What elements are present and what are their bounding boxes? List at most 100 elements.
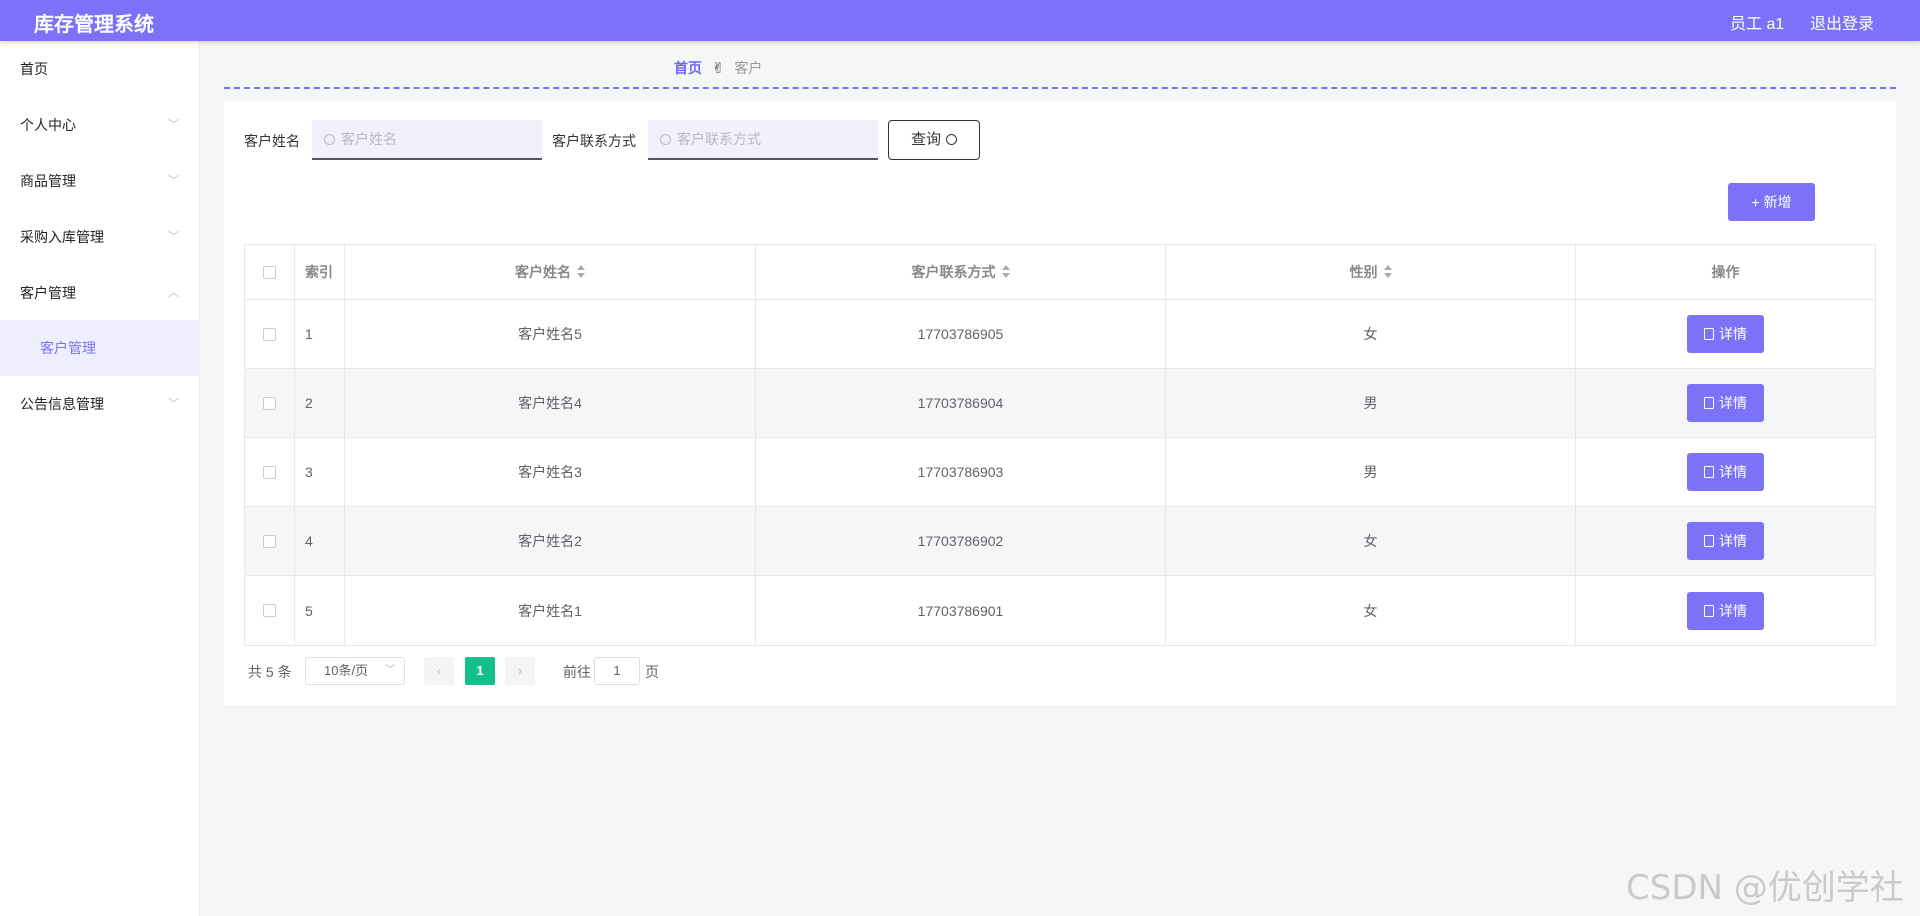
hand-separator-icon: ✌	[711, 60, 725, 77]
chevron-down-icon: ﹀	[168, 119, 179, 131]
sidebar-item-home[interactable]: 首页	[0, 41, 199, 97]
sidebar-item-label: 商品管理	[20, 173, 76, 189]
detail-button-label: 详情	[1719, 326, 1747, 342]
detail-button-label: 详情	[1719, 533, 1747, 549]
row-gender: 女	[1166, 507, 1576, 575]
row-customer-contact: 17703786904	[756, 369, 1166, 437]
customer-name-label: 客户姓名	[244, 133, 300, 149]
row-customer-name: 客户姓名1	[345, 576, 756, 645]
customer-contact-input[interactable]: 客户联系方式	[648, 120, 878, 160]
detail-button[interactable]: 详情	[1687, 384, 1764, 422]
header-label: 客户姓名	[515, 264, 571, 280]
row-customer-name: 客户姓名2	[345, 507, 756, 575]
current-user-label: 员工 a1	[1730, 16, 1785, 33]
sidebar-item-label: 个人中心	[20, 117, 76, 133]
page-size-value: 10条/页	[324, 663, 369, 678]
header-customer-contact[interactable]: 客户联系方式	[756, 245, 1166, 299]
row-index: 4	[295, 507, 345, 575]
sidebar-item-label: 客户管理	[40, 340, 96, 356]
document-icon	[1704, 466, 1714, 478]
row-checkbox-cell	[245, 507, 295, 575]
query-button[interactable]: 查询	[888, 120, 980, 160]
document-icon	[1704, 328, 1714, 340]
row-customer-name: 客户姓名5	[345, 300, 756, 368]
sort-icon[interactable]	[1001, 265, 1010, 279]
chevron-down-icon: ﹀	[168, 231, 179, 243]
row-checkbox-cell	[245, 369, 295, 437]
sidebar-item-personal-center[interactable]: 个人中心 ﹀	[0, 97, 199, 153]
sidebar-item-announcement-management[interactable]: 公告信息管理 ﹀	[0, 376, 199, 432]
row-actions: 详情	[1576, 576, 1875, 645]
logout-link[interactable]: 退出登录	[1810, 10, 1874, 34]
table-row: 5 客户姓名1 17703786901 女 详情	[245, 576, 1875, 645]
goto-suffix-label: 页	[645, 664, 659, 680]
detail-button[interactable]: 详情	[1687, 591, 1764, 630]
sort-icon[interactable]	[577, 265, 585, 279]
chevron-down-icon: ﹀	[168, 398, 179, 410]
row-checkbox[interactable]	[263, 604, 276, 617]
row-checkbox[interactable]	[263, 327, 276, 341]
customer-contact-label: 客户联系方式	[552, 133, 636, 149]
row-actions: 详情	[1576, 438, 1875, 506]
breadcrumb-home-link[interactable]: 首页	[674, 60, 702, 76]
header-customer-name[interactable]: 客户姓名	[345, 245, 756, 299]
table-header-row: 索引 客户姓名 客户联系方式 性别 操作	[245, 245, 1875, 300]
sidebar-item-product-management[interactable]: 商品管理 ﹀	[0, 153, 199, 209]
goto-page-input[interactable]: 1	[594, 657, 640, 685]
select-all-checkbox[interactable]	[263, 265, 276, 279]
row-gender: 女	[1166, 576, 1576, 645]
header-gender[interactable]: 性别	[1166, 245, 1576, 299]
sidebar-item-label: 公告信息管理	[20, 396, 104, 412]
detail-button[interactable]: 详情	[1687, 315, 1764, 353]
document-icon	[1704, 535, 1714, 547]
breadcrumb-current: 客户	[734, 60, 763, 76]
breadcrumb: 首页 ✌ 客户	[674, 58, 762, 78]
row-checkbox[interactable]	[263, 534, 276, 548]
app-title: 库存管理系统	[34, 14, 154, 36]
sidebar-item-label: 采购入库管理	[20, 229, 104, 245]
row-customer-contact: 17703786902	[756, 507, 1166, 575]
prev-page-button[interactable]: ‹	[424, 657, 454, 685]
sidebar-item-label: 客户管理	[20, 285, 76, 301]
table-row: 3 客户姓名3 17703786903 男 详情	[245, 438, 1875, 507]
row-customer-name: 客户姓名3	[345, 438, 756, 506]
sort-icon[interactable]	[1383, 265, 1392, 279]
header-checkbox-cell	[245, 245, 295, 299]
next-page-button[interactable]: ›	[505, 657, 535, 685]
table-row: 2 客户姓名4 17703786904 男 详情	[245, 369, 1875, 438]
header-index: 索引	[295, 245, 345, 299]
add-button[interactable]: + 新增	[1728, 183, 1815, 221]
row-actions: 详情	[1576, 507, 1875, 575]
customer-name-input[interactable]: 客户姓名	[312, 120, 542, 160]
sidebar-item-purchase-management[interactable]: 采购入库管理 ﹀	[0, 209, 199, 265]
chevron-down-icon: ﹀	[385, 665, 395, 676]
pagination-total: 共 5 条	[248, 664, 292, 680]
row-gender: 女	[1166, 300, 1576, 368]
detail-button[interactable]: 详情	[1687, 453, 1764, 491]
detail-button-label: 详情	[1719, 602, 1747, 619]
header-actions: 操作	[1711, 264, 1740, 280]
customer-contact-placeholder: 客户联系方式	[677, 131, 761, 147]
sidebar-item-customer-management[interactable]: 客户管理 ︿	[0, 265, 199, 321]
row-index: 3	[295, 438, 345, 506]
divider	[224, 87, 1896, 89]
sidebar: 首页 个人中心 ﹀ 商品管理 ﹀ 采购入库管理 ﹀ 客户管理 ︿ 客户管理 公告…	[0, 41, 200, 916]
row-checkbox[interactable]	[263, 396, 276, 410]
row-customer-name: 客户姓名4	[345, 369, 756, 437]
row-customer-contact: 17703786903	[756, 438, 1166, 506]
sidebar-subitem-customer-management[interactable]: 客户管理	[0, 320, 199, 376]
table-row: 1 客户姓名5 17703786905 女 详情	[245, 300, 1875, 369]
row-checkbox[interactable]	[263, 465, 276, 479]
detail-button-label: 详情	[1719, 395, 1747, 411]
row-index: 1	[295, 300, 345, 368]
row-actions: 详情	[1576, 369, 1875, 437]
row-checkbox-cell	[245, 300, 295, 368]
page-size-select[interactable]: 10条/页 ﹀	[305, 657, 405, 685]
detail-button-label: 详情	[1719, 464, 1747, 480]
goto-prefix-label: 前往	[563, 664, 591, 680]
page-number-1[interactable]: 1	[465, 657, 495, 685]
row-index: 5	[295, 576, 345, 645]
detail-button[interactable]: 详情	[1687, 522, 1764, 560]
search-icon	[946, 134, 957, 145]
customer-table: 索引 客户姓名 客户联系方式 性别 操作 1 客户姓名5 17703786905…	[244, 244, 1876, 646]
